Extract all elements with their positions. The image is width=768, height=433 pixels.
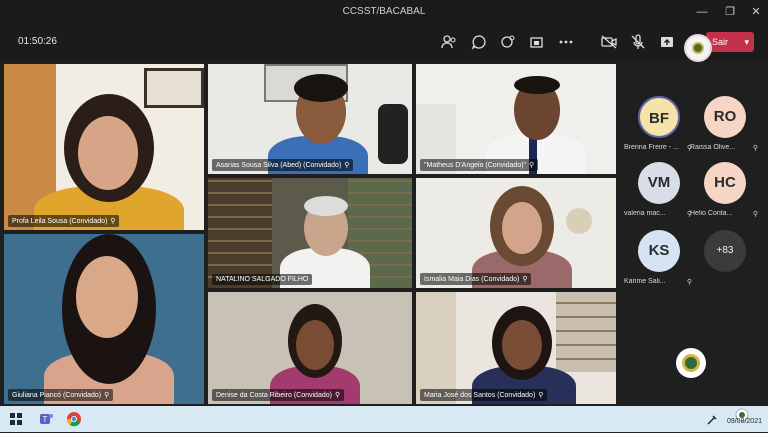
participant-name: valeria mac... ⚲: [624, 210, 692, 217]
organization-logo: [684, 34, 712, 62]
share-icon[interactable]: [658, 33, 676, 51]
settings-icon[interactable]: [704, 412, 720, 428]
video-tile[interactable]: Denise da Costa Ribeiro (Convidado) ⚲: [208, 292, 412, 404]
avatar: BF: [638, 96, 680, 138]
people-icon[interactable]: [440, 33, 458, 51]
participant-name-label: Asarias Sousa Silva (Abed) (Convidado) ⚲: [212, 159, 354, 171]
organization-seal: [676, 348, 706, 378]
roster-participant[interactable]: KS Karime Sali... ⚲: [624, 230, 694, 294]
video-tile[interactable]: Giuliana Piancó (Convidado) ⚲: [4, 234, 204, 404]
participant-name-label: Ismalia Maia Dias (Convidado) ⚲: [420, 273, 532, 285]
avatar: VM: [638, 162, 680, 204]
participant-name-label: Profa Leila Sousa (Convidado) ⚲: [8, 215, 120, 227]
meeting-toolbar: 01:50:26 Sair ▾: [0, 24, 768, 60]
chevron-down-icon[interactable]: ▾: [744, 32, 749, 52]
participant-name: Brenna Freire - ... ⚲: [624, 144, 692, 151]
windows-start-icon[interactable]: [8, 411, 24, 427]
video-tile[interactable]: "Matheus D'Angelo (Convidado)" ⚲: [416, 64, 616, 174]
roster-participant[interactable]: RO Raissa Olive... ⚲: [690, 96, 760, 160]
maximize-icon[interactable]: ❐: [722, 4, 738, 20]
reactions-icon[interactable]: [499, 33, 517, 51]
mic-muted-icon: ⚲: [110, 218, 116, 225]
roster-participant[interactable]: BF Brenna Freire - ... ⚲: [624, 96, 694, 160]
mic-muted-icon: ⚲: [538, 392, 544, 399]
taskbar: T 09/08/2021: [0, 406, 768, 432]
share-tray-icon[interactable]: [528, 33, 546, 51]
taskbar-date: 09/08/2021: [726, 418, 762, 425]
video-tile[interactable]: Asarias Sousa Silva (Abed) (Convidado) ⚲: [208, 64, 412, 174]
video-feed: [416, 178, 616, 288]
video-feed: [4, 234, 204, 404]
more-icon[interactable]: [557, 33, 575, 51]
participant-name: Raissa Olive... ⚲: [690, 144, 758, 151]
chrome-icon[interactable]: [66, 411, 82, 427]
window-title: CCSST/BACABAL: [342, 6, 426, 17]
mic-muted-icon: ⚲: [344, 162, 350, 169]
leave-label: Sair: [712, 37, 729, 47]
mic-muted-icon: ⚲: [104, 392, 110, 399]
participant-name-label: Giuliana Piancó (Convidado) ⚲: [8, 389, 114, 401]
close-icon[interactable]: ✕: [748, 4, 764, 20]
video-feed: [416, 64, 616, 174]
video-tile[interactable]: Ismalia Maia Dias (Convidado) ⚲: [416, 178, 616, 288]
video-grid: Profa Leila Sousa (Convidado) ⚲ Asarias S…: [0, 60, 616, 406]
mic-muted-icon: ⚲: [686, 279, 692, 285]
leave-button[interactable]: Sair ▾: [706, 32, 754, 52]
chat-icon[interactable]: [470, 33, 488, 51]
video-feed: [208, 64, 412, 174]
meeting-timer: 01:50:26: [18, 36, 57, 47]
mic-off-icon[interactable]: [629, 33, 647, 51]
svg-text:T: T: [43, 415, 48, 424]
title-bar: CCSST/BACABAL — ❐ ✕: [0, 0, 768, 24]
more-participants-button[interactable]: +83: [704, 230, 746, 272]
video-tile[interactable]: Maria José dos Santos (Convidado) ⚲: [416, 292, 616, 404]
participant-name-label: "Matheus D'Angelo (Convidado)" ⚲: [420, 159, 539, 171]
mic-muted-icon: ⚲: [522, 276, 528, 283]
participant-name-label: Maria José dos Santos (Convidado) ⚲: [420, 389, 548, 401]
minimize-icon[interactable]: —: [694, 4, 710, 20]
roster-participant[interactable]: VM valeria mac... ⚲: [624, 162, 694, 226]
mic-muted-icon: ⚲: [334, 392, 341, 399]
video-feed: [208, 292, 412, 404]
camera-off-icon[interactable]: [600, 33, 618, 51]
mic-muted-icon: ⚲: [752, 145, 758, 151]
video-tile[interactable]: Profa Leila Sousa (Convidado) ⚲: [4, 64, 204, 230]
avatar: KS: [638, 230, 680, 272]
video-feed: [416, 292, 616, 404]
video-tile[interactable]: NATALINO SALGADO FILHO: [208, 178, 412, 288]
teams-icon[interactable]: T: [38, 411, 54, 427]
avatar: HC: [704, 162, 746, 204]
avatar: RO: [704, 96, 746, 138]
mic-muted-icon: ⚲: [529, 162, 535, 169]
mic-muted-icon: ⚲: [752, 211, 758, 217]
participant-name-label: Denise da Costa Ribeiro (Convidado) ⚲: [212, 389, 345, 401]
participant-name-label: NATALINO SALGADO FILHO: [212, 274, 313, 285]
participant-name: Karime Sali... ⚲: [624, 278, 692, 285]
roster-participant[interactable]: HC Helio Conta... ⚲: [690, 162, 760, 226]
participant-name: Helio Conta... ⚲: [690, 210, 758, 217]
video-feed: [4, 64, 204, 230]
video-feed: [208, 178, 412, 288]
